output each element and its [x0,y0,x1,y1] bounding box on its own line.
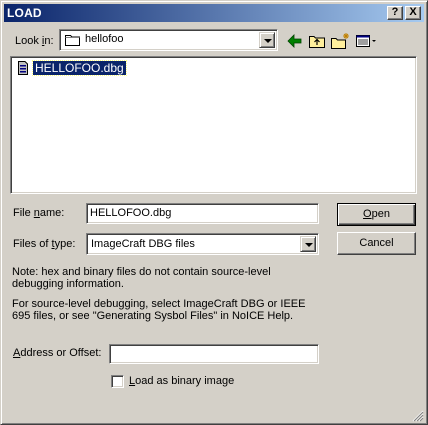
title-bar[interactable]: LOAD ? X [4,4,424,22]
close-button[interactable]: X [405,6,421,20]
new-folder-icon [331,33,349,49]
file-name-text: HELLOFOO.dbg [32,60,127,76]
address-label: Address or Offset: [13,347,102,359]
window-title: LOAD [7,6,42,20]
note-binary-files: Note: hex and binary files do not contai… [12,266,271,290]
look-in-label: Look in: [15,35,54,47]
look-in-dropdown-button[interactable] [259,32,275,48]
address-field[interactable] [109,344,319,364]
up-folder-button[interactable] [306,31,328,51]
view-menu-button[interactable] [353,31,379,51]
list-item[interactable]: HELLOFOO.dbg [15,60,135,76]
look-in-value: hellofoo [85,33,124,45]
load-dialog: LOAD ? X Look in: hellofoo HELLOFOO.dbg … [0,0,428,425]
note-source-debugging: For source-level debugging, select Image… [12,298,306,322]
cancel-button[interactable]: Cancel [337,232,416,255]
chevron-down-icon [305,243,313,247]
file-name-field[interactable]: HELLOFOO.dbg [86,203,319,224]
new-folder-button[interactable] [329,31,351,51]
folder-icon [65,35,80,46]
files-of-type-dropdown-button[interactable] [300,236,316,252]
resize-grip-icon[interactable] [411,409,424,422]
up-folder-icon [309,36,325,48]
file-name-label: File name: [13,207,65,219]
chevron-down-icon [264,39,272,43]
files-of-type-dropdown[interactable]: ImageCraft DBG files [86,233,319,255]
open-button[interactable]: Open [337,203,416,226]
file-name-value: HELLOFOO.dbg [90,207,172,219]
view-menu-icon [356,35,376,47]
files-of-type-label: Files of type: [13,238,76,250]
look-in-dropdown[interactable]: hellofoo [59,29,278,51]
back-icon [287,34,302,48]
load-binary-label[interactable]: Load as binary image [129,375,234,387]
load-binary-checkbox[interactable] [111,375,124,388]
file-list[interactable]: HELLOFOO.dbg [10,56,417,194]
files-of-type-value: ImageCraft DBG files [91,238,195,250]
help-button[interactable]: ? [387,6,403,20]
file-icon [18,61,28,75]
back-button[interactable] [284,31,306,51]
